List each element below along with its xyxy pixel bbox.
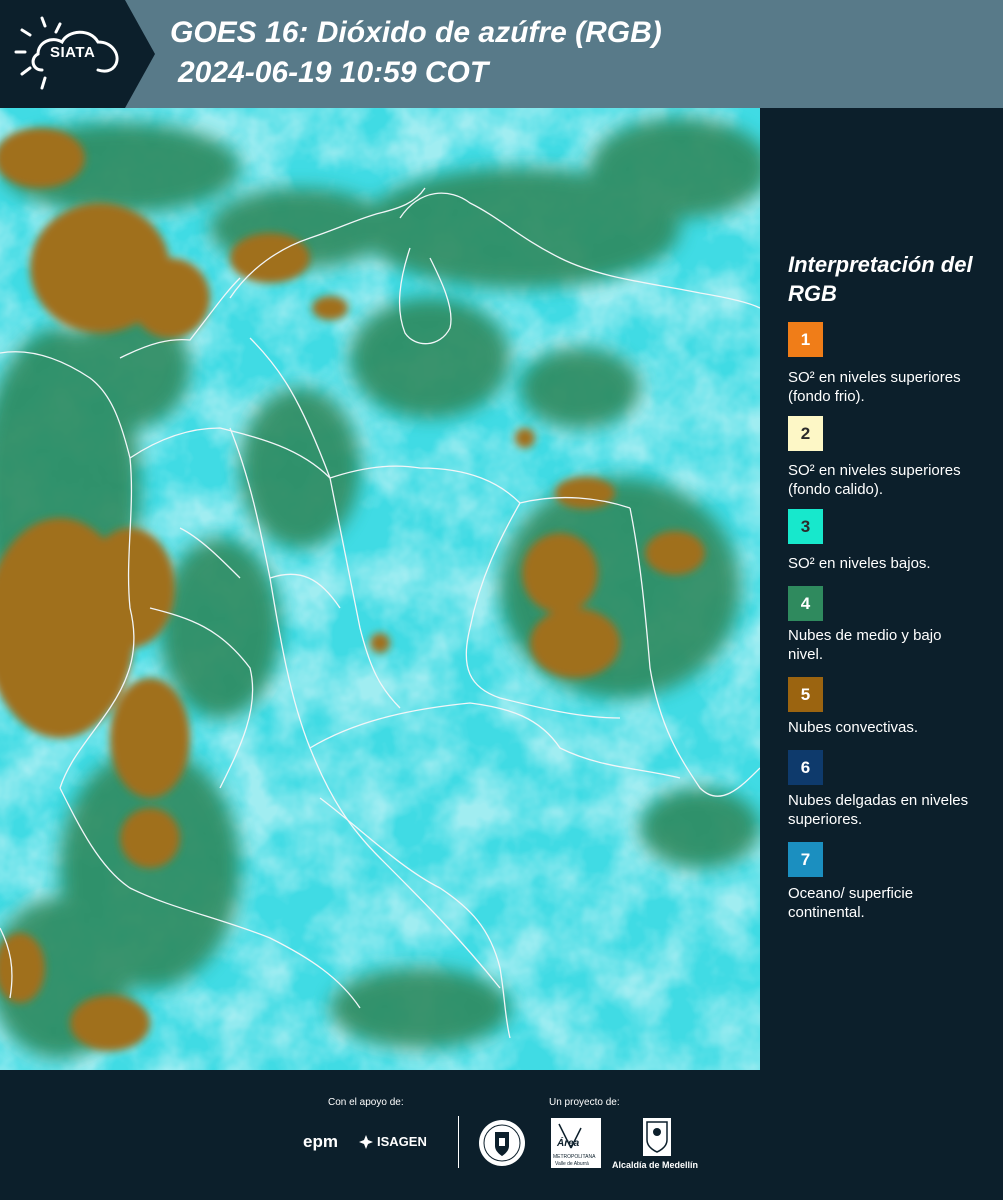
project-label: Un proyecto de: <box>549 1097 620 1108</box>
alcaldia-logo-text: Alcaldía de Medellín <box>612 1160 699 1170</box>
legend-title: Interpretación del RGB <box>788 252 973 306</box>
isagen-logo: ISAGEN <box>377 1134 427 1149</box>
area-logo-sub2: Valle de Aburrá <box>555 1161 589 1167</box>
isagen-icon <box>359 1135 373 1149</box>
support-label: Con el apoyo de: <box>328 1097 404 1108</box>
legend-swatch-3: 3 <box>788 509 823 544</box>
legend-swatch-5: 5 <box>788 677 823 712</box>
legend-panel: Interpretación del RGB 1 SO² en niveles … <box>760 108 1003 1070</box>
legend-label-7: Oceano/ superficie continental. <box>788 885 914 921</box>
area-logo-text: Área <box>557 1138 580 1149</box>
legend-label-6: Nubes delgadas en niveles superiores. <box>788 792 969 828</box>
logo-text: SIATA <box>50 44 96 61</box>
footer: Con el apoyo de: Un proyecto de: epm ISA… <box>0 1070 1003 1200</box>
legend-label-2: SO² en niveles superiores (fondo calido)… <box>788 462 961 498</box>
legend-swatch-2: 2 <box>788 416 823 451</box>
legend-swatch-4: 4 <box>788 586 823 621</box>
medellin-seal-icon <box>479 1120 525 1166</box>
alcaldia-shield-icon <box>643 1118 671 1156</box>
page-title: GOES 16: Dióxido de azúfre (RGB) <box>170 16 662 49</box>
epm-logo: epm <box>303 1132 338 1151</box>
logo-arrow <box>125 0 155 108</box>
legend-swatch-6: 6 <box>788 750 823 785</box>
legend-label-4: Nubes de medio y bajo nivel. <box>788 627 942 663</box>
legend-label-3: SO² en niveles bajos. <box>788 555 931 572</box>
legend-label-1: SO² en niveles superiores (fondo frio). <box>788 369 961 405</box>
legend-label-5: Nubes convectivas. <box>788 719 919 736</box>
footer-divider <box>458 1116 459 1168</box>
legend-swatch-7: 7 <box>788 842 823 877</box>
legend-swatch-1: 1 <box>788 322 823 357</box>
area-logo-sub: METROPOLITANA <box>553 1154 596 1160</box>
page-datetime: 2024-06-19 10:59 COT <box>178 56 489 89</box>
satellite-map <box>0 108 760 1070</box>
